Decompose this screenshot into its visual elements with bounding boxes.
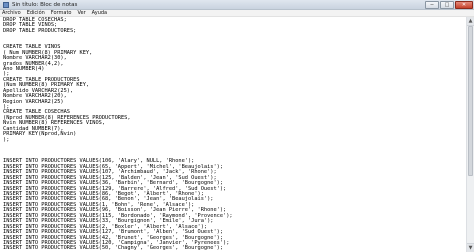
close-button[interactable]: ✕ — [455, 0, 473, 9]
maximize-button[interactable]: □ — [440, 0, 454, 9]
menu-archivo[interactable]: Archivo — [2, 10, 21, 17]
text-editor[interactable]: DROP TABLE COSECHAS; DROP TABLE VINOS; DRO… — [0, 17, 466, 252]
editor-content[interactable]: DROP TABLE COSECHAS; DROP TABLE VINOS; DRO… — [0, 17, 466, 252]
window-title: Sin título: Bloc de notas — [12, 1, 78, 8]
menu-formato[interactable]: Formato — [51, 10, 72, 17]
menu-ayuda[interactable]: Ayuda — [92, 10, 107, 17]
menu-edicion[interactable]: Edición — [27, 10, 45, 17]
scroll-down-icon[interactable]: ▼ — [467, 243, 474, 252]
scroll-up-icon[interactable]: ▲ — [467, 17, 474, 26]
vertical-scrollbar[interactable]: ▲ ▼ — [466, 17, 474, 252]
menu-bar: Archivo Edición Formato Ver Ayuda — [0, 10, 474, 17]
text-line[interactable]: INSERT INTO PRODUCTORES VALUES(50, 'Chag… — [3, 245, 466, 251]
scroll-thumb[interactable] — [468, 26, 473, 176]
menu-ver[interactable]: Ver — [77, 10, 85, 17]
notepad-icon — [3, 1, 9, 8]
notepad-window: Sin título: Bloc de notas ─ □ ✕ Archivo … — [0, 0, 474, 252]
title-bar[interactable]: Sin título: Bloc de notas ─ □ ✕ — [0, 0, 474, 10]
minimize-button[interactable]: ─ — [425, 0, 439, 9]
